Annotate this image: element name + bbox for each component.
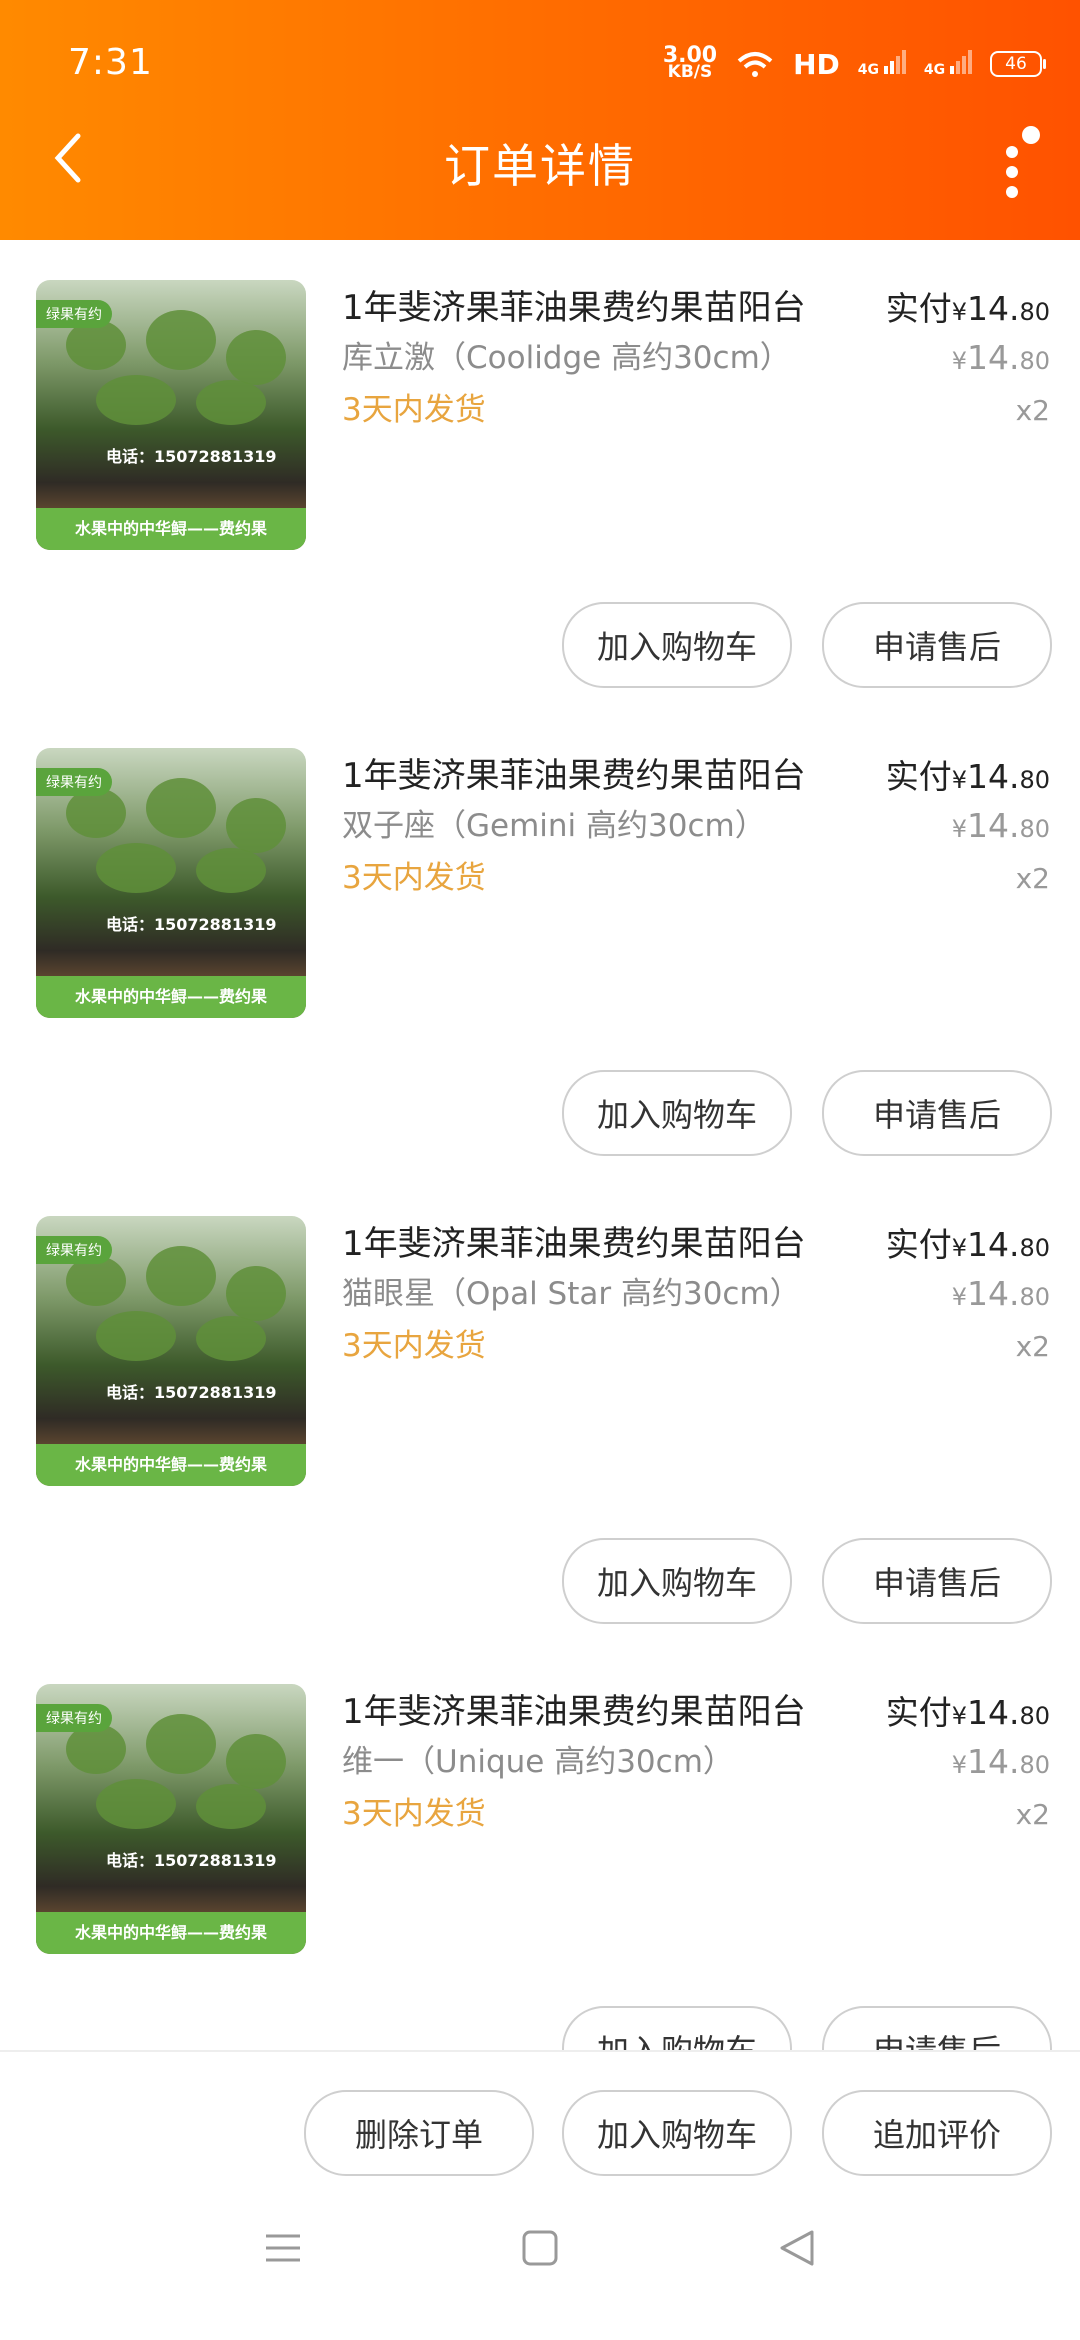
wifi-icon (737, 52, 773, 77)
network-type: HD (793, 47, 840, 81)
unit-price: ¥14.80 (951, 1274, 1050, 1313)
notification-dot-icon (1022, 126, 1040, 144)
battery-icon: 46 (990, 51, 1046, 77)
signal-4g-icon: 4G (858, 50, 906, 78)
page-title: 订单详情 (444, 139, 636, 193)
more-dot-icon (1006, 146, 1018, 158)
image-tag: 绿果有约 (36, 768, 112, 796)
order-item-list: 绿果有约 电话：15072881319 水果中的中华鲟——费约果 1年斐济果菲油… (0, 240, 1080, 2050)
quantity: x2 (1015, 1798, 1050, 1831)
after-sale-button[interactable]: 申请售后 (822, 1070, 1052, 1156)
shipping-info: 3天内发货 (342, 1796, 486, 1832)
product-name[interactable]: 1年斐济果菲油果费约果苗阳台 (342, 748, 806, 797)
home-square-icon[interactable] (520, 2228, 560, 2268)
back-triangle-icon[interactable] (776, 2228, 818, 2268)
add-to-cart-button[interactable]: 加入购物车 (562, 602, 792, 688)
after-sale-button[interactable]: 申请售后 (822, 602, 1052, 688)
unit-price: ¥14.80 (951, 338, 1050, 377)
image-tag: 绿果有约 (36, 1704, 112, 1732)
product-image[interactable]: 绿果有约 电话：15072881319 水果中的中华鲟——费约果 (36, 1684, 306, 1954)
net-speed: 3.00 KB/S (662, 43, 718, 82)
shipping-info: 3天内发货 (342, 1328, 486, 1364)
image-banner: 水果中的中华鲟——费约果 (36, 976, 306, 1018)
image-phone-text: 电话：15072881319 (106, 1383, 277, 1402)
product-name[interactable]: 1年斐济果菲油果费约果苗阳台 (342, 1684, 806, 1733)
image-phone-text: 电话：15072881319 (106, 447, 277, 466)
menu-icon[interactable] (262, 2228, 304, 2268)
image-phone-text: 电话：15072881319 (106, 1851, 277, 1870)
unit-price: ¥14.80 (951, 1742, 1050, 1781)
product-name[interactable]: 1年斐济果菲油果费约果苗阳台 (342, 1216, 806, 1265)
more-options-button[interactable] (984, 118, 1044, 208)
image-banner: 水果中的中华鲟——费约果 (36, 1912, 306, 1954)
quantity: x2 (1015, 394, 1050, 427)
add-to-cart-button[interactable]: 加入购物车 (562, 1070, 792, 1156)
product-spec: 双子座（Gemini 高约30cm） (342, 808, 766, 844)
image-tag: 绿果有约 (36, 1236, 112, 1264)
unit-price: ¥14.80 (951, 806, 1050, 845)
paid-amount: 实付¥14.80 (885, 289, 1050, 328)
shipping-info: 3天内发货 (342, 392, 486, 428)
image-tag: 绿果有约 (36, 300, 112, 328)
order-item: 绿果有约 电话：15072881319 水果中的中华鲟——费约果 1年斐济果菲油… (0, 708, 1080, 1176)
status-time: 7:31 (68, 42, 153, 83)
product-spec: 库立激（Coolidge 高约30cm） (342, 340, 791, 376)
more-dot-icon (1006, 186, 1018, 198)
image-phone-text: 电话：15072881319 (106, 915, 277, 934)
image-banner: 水果中的中华鲟——费约果 (36, 508, 306, 550)
after-sale-button[interactable]: 申请售后 (822, 1538, 1052, 1624)
add-to-cart-button[interactable]: 加入购物车 (562, 1538, 792, 1624)
order-action-bar: 删除订单 加入购物车 追加评价 (0, 2050, 1080, 2192)
quantity: x2 (1015, 1330, 1050, 1363)
paid-amount: 实付¥14.80 (885, 1693, 1050, 1732)
product-image[interactable]: 绿果有约 电话：15072881319 水果中的中华鲟——费约果 (36, 280, 306, 550)
product-name[interactable]: 1年斐济果菲油果费约果苗阳台 (342, 280, 806, 329)
order-item: 绿果有约 电话：15072881319 水果中的中华鲟——费约果 1年斐济果菲油… (0, 240, 1080, 708)
product-spec: 维一（Unique 高约30cm） (342, 1744, 734, 1780)
image-banner: 水果中的中华鲟——费约果 (36, 1444, 306, 1486)
after-sale-button[interactable]: 申请售后 (822, 2006, 1052, 2050)
delete-order-button[interactable]: 删除订单 (304, 2090, 534, 2176)
add-all-to-cart-button[interactable]: 加入购物车 (562, 2090, 792, 2176)
order-item: 绿果有约 电话：15072881319 水果中的中华鲟——费约果 1年斐济果菲油… (0, 1176, 1080, 1644)
quantity: x2 (1015, 862, 1050, 895)
product-spec: 猫眼星（Opal Star 高约30cm） (342, 1276, 801, 1312)
system-nav-bar (0, 2190, 1080, 2340)
product-image[interactable]: 绿果有约 电话：15072881319 水果中的中华鲟——费约果 (36, 748, 306, 1018)
header-bar: 7:31 3.00 KB/S HD 4G 4G 46 订单详情 (0, 0, 1080, 240)
paid-amount: 实付¥14.80 (885, 1225, 1050, 1264)
order-item: 绿果有约 电话：15072881319 水果中的中华鲟——费约果 1年斐济果菲油… (0, 1644, 1080, 2050)
more-dot-icon (1006, 166, 1018, 178)
product-image[interactable]: 绿果有约 电话：15072881319 水果中的中华鲟——费约果 (36, 1216, 306, 1486)
add-review-button[interactable]: 追加评价 (822, 2090, 1052, 2176)
signal-4g-icon: 4G (924, 50, 972, 78)
status-icons: 3.00 KB/S HD 4G 4G 46 (662, 43, 1046, 84)
paid-amount: 实付¥14.80 (885, 757, 1050, 796)
add-to-cart-button[interactable]: 加入购物车 (562, 2006, 792, 2050)
shipping-info: 3天内发货 (342, 860, 486, 896)
